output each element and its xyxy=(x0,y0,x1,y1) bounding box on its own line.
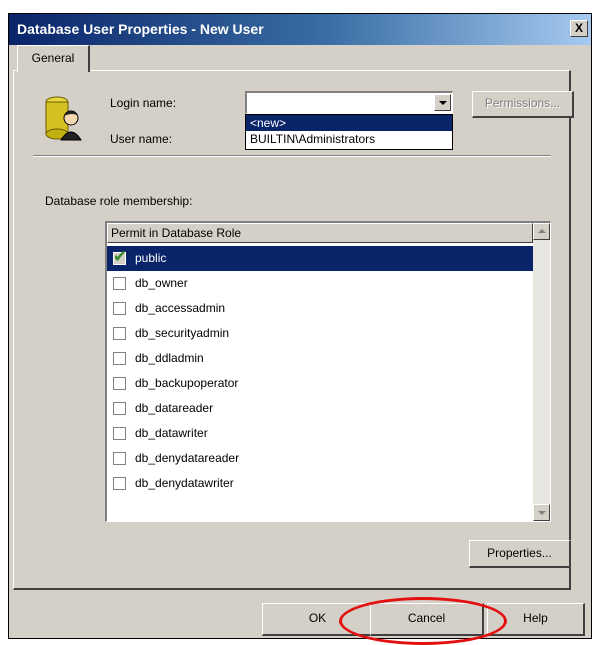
role-row-db-denydatawriter[interactable]: db_denydatawriter xyxy=(107,471,533,496)
window-title: Database User Properties - New User xyxy=(17,21,264,37)
role-membership-label: Database role membership: xyxy=(45,194,193,208)
role-row-db-securityadmin[interactable]: db_securityadmin xyxy=(107,321,533,346)
role-checkbox[interactable] xyxy=(113,477,126,490)
role-label: db_owner xyxy=(135,276,188,290)
chevron-down-icon[interactable] xyxy=(434,94,451,111)
vertical-scrollbar[interactable] xyxy=(533,223,550,521)
role-label: db_securityadmin xyxy=(135,326,230,340)
role-list[interactable]: Permit in Database Role ✔ public db_owne… xyxy=(105,221,551,522)
column-header-permit-in-database-role[interactable]: Permit in Database Role xyxy=(107,223,533,243)
role-row-db-denydatareader[interactable]: db_denydatareader xyxy=(107,446,533,471)
dropdown-option-new[interactable]: <new> xyxy=(246,115,452,131)
dropdown-option-builtin-administrators[interactable]: BUILTIN\Administrators xyxy=(246,131,452,147)
role-row-db-ddladmin[interactable]: db_ddladmin xyxy=(107,346,533,371)
properties-button[interactable]: Properties... xyxy=(469,540,571,568)
role-checkbox[interactable] xyxy=(113,452,126,465)
role-label: db_datawriter xyxy=(135,426,208,440)
scroll-up-icon[interactable] xyxy=(533,223,550,240)
role-row-public[interactable]: ✔ public xyxy=(107,246,533,271)
role-checkbox[interactable]: ✔ xyxy=(113,248,127,265)
role-checkbox[interactable] xyxy=(113,302,126,315)
role-label: db_accessadmin xyxy=(135,301,226,315)
role-checkbox[interactable] xyxy=(113,427,126,440)
separator xyxy=(33,155,551,157)
role-label: db_datareader xyxy=(135,401,214,415)
permissions-button[interactable]: Permissions... xyxy=(472,91,574,118)
role-rows: ✔ public db_owner db_accessadmin db_secu… xyxy=(107,246,533,496)
role-checkbox[interactable] xyxy=(113,377,126,390)
role-label: public xyxy=(135,251,167,265)
role-label: db_denydatareader xyxy=(135,451,240,465)
role-row-db-datareader[interactable]: db_datareader xyxy=(107,396,533,421)
role-checkbox[interactable] xyxy=(113,352,126,365)
role-checkbox[interactable] xyxy=(113,277,126,290)
role-row-db-owner[interactable]: db_owner xyxy=(107,271,533,296)
login-name-label: Login name: xyxy=(110,96,177,110)
role-row-db-backupoperator[interactable]: db_backupoperator xyxy=(107,371,533,396)
ok-button[interactable]: OK xyxy=(262,603,374,636)
cancel-button[interactable]: Cancel xyxy=(370,603,484,636)
role-row-db-datawriter[interactable]: db_datawriter xyxy=(107,421,533,446)
role-checkbox[interactable] xyxy=(113,327,126,340)
role-checkbox[interactable] xyxy=(113,402,126,415)
role-row-db-accessadmin[interactable]: db_accessadmin xyxy=(107,296,533,321)
user-name-label: User name: xyxy=(110,132,173,146)
user-icon xyxy=(45,96,82,141)
title-bar: Database User Properties - New User X xyxy=(9,14,591,45)
login-name-dropdown-list: <new> BUILTIN\Administrators xyxy=(245,114,453,150)
login-name-combo[interactable] xyxy=(245,91,453,114)
scroll-down-icon[interactable] xyxy=(533,504,550,521)
close-button[interactable]: X xyxy=(570,20,588,37)
role-label: db_denydatawriter xyxy=(135,476,234,490)
role-label: db_backupoperator xyxy=(135,376,239,390)
help-button[interactable]: Help xyxy=(487,603,585,636)
check-icon: ✔ xyxy=(113,247,128,266)
tab-general[interactable]: General xyxy=(17,45,90,72)
role-label: db_ddladmin xyxy=(135,351,204,365)
